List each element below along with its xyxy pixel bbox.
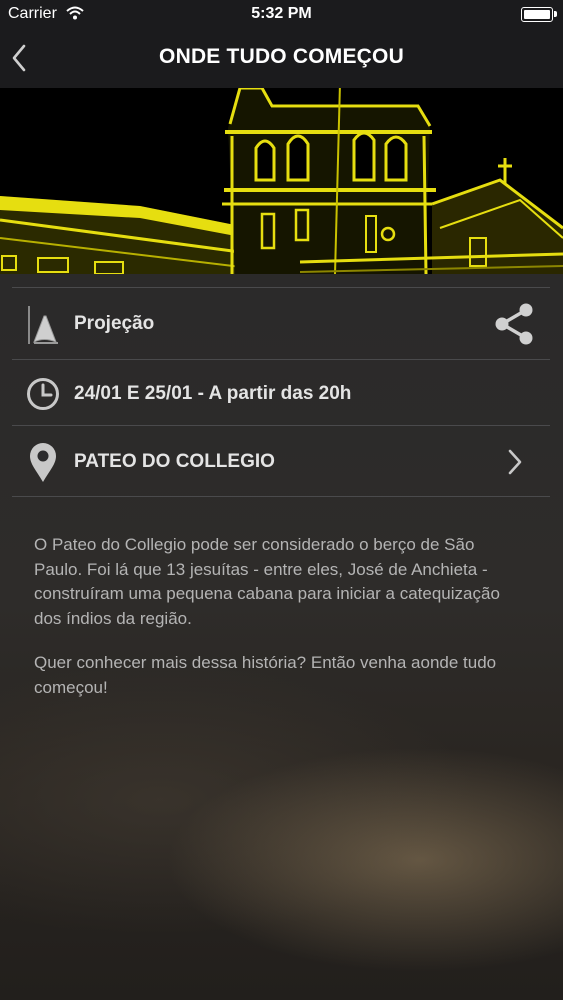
clock-icon — [26, 376, 62, 417]
page-title: ONDE TUDO COMEÇOU — [159, 45, 404, 68]
location-row[interactable]: PATEO DO COLLEGIO — [12, 425, 550, 497]
navigation-bar: ONDE TUDO COMEÇOU — [0, 28, 563, 88]
status-bar: Carrier 5:32 PM — [0, 0, 563, 28]
battery-icon — [521, 7, 557, 22]
share-icon — [495, 303, 533, 345]
chevron-right-icon — [506, 448, 524, 481]
divider — [12, 496, 550, 497]
projector-icon — [26, 302, 62, 351]
event-description: O Pateo do Collegio pode ser considerado… — [34, 533, 524, 720]
category-label: Projeção — [74, 313, 155, 334]
status-time: 5:32 PM — [251, 5, 312, 22]
map-pin-icon — [26, 442, 60, 489]
category-row: Projeção — [12, 287, 550, 360]
location-label: PATEO DO COLLEGIO — [74, 451, 275, 472]
share-button[interactable] — [492, 301, 536, 352]
schedule-label: 24/01 E 25/01 - A partir das 20h — [74, 383, 352, 404]
description-paragraph-1: O Pateo do Collegio pode ser considerado… — [34, 535, 500, 628]
description-paragraph-2: Quer conhecer mais dessa história? Então… — [34, 653, 497, 697]
schedule-row: 24/01 E 25/01 - A partir das 20h — [12, 359, 550, 426]
hero-image-church — [0, 88, 563, 274]
